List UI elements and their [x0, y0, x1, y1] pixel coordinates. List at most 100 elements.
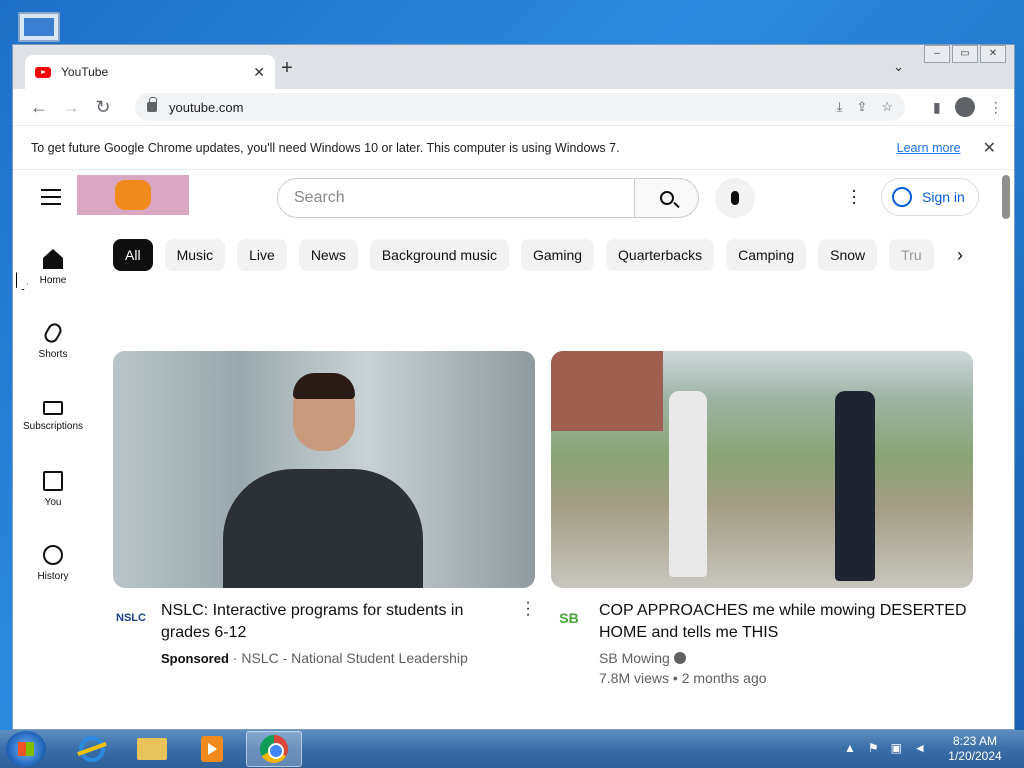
title-bar: – ▭ ✕ YouTube ✕ + ⌄: [13, 45, 1014, 89]
video-meta: Sponsored · NSLC - National Student Lead…: [161, 650, 468, 666]
window-controls: – ▭ ✕: [922, 45, 1006, 63]
page-scrollbar[interactable]: [1002, 175, 1010, 219]
chip-news[interactable]: News: [298, 239, 358, 271]
shorts-icon: [41, 320, 65, 346]
search-button[interactable]: [635, 178, 699, 218]
install-app-icon[interactable]: ⤓: [837, 99, 843, 115]
taskbar-chrome[interactable]: [246, 731, 302, 767]
channel-avatar[interactable]: NSLC: [113, 600, 149, 636]
home-icon: [43, 249, 63, 269]
sidebar-item-home[interactable]: Home: [13, 235, 93, 309]
video-title[interactable]: COP APPROACHES me while mowing DESERTED …: [599, 600, 973, 644]
youtube-favicon-icon: [35, 66, 51, 78]
subscriptions-icon: [43, 401, 63, 415]
back-icon[interactable]: ←: [23, 97, 55, 118]
chip-truncated[interactable]: Tru: [889, 239, 934, 271]
lock-icon[interactable]: [147, 97, 157, 112]
volume-icon[interactable]: ◄: [914, 741, 926, 755]
chip-live[interactable]: Live: [237, 239, 287, 271]
chip-background-music[interactable]: Background music: [369, 239, 509, 271]
channel-name[interactable]: SB Mowing: [599, 650, 670, 666]
start-button[interactable]: [6, 731, 46, 767]
taskbar-clock[interactable]: 8:23 AM 1/20/2024: [940, 734, 1010, 764]
bookmark-star-icon[interactable]: ☆: [881, 99, 893, 115]
chip-music[interactable]: Music: [164, 239, 226, 271]
taskbar-media-player[interactable]: [184, 731, 240, 767]
taskbar-explorer[interactable]: [124, 731, 180, 767]
action-center-flag-icon[interactable]: ⚑: [868, 741, 879, 755]
search-icon: [659, 191, 674, 205]
account-icon: [892, 187, 912, 207]
update-infobar: To get future Google Chrome updates, you…: [13, 125, 1014, 170]
sidebar-item-you[interactable]: You: [13, 457, 93, 531]
sidebar-item-subscriptions[interactable]: Subscriptions: [13, 383, 93, 457]
taskbar-internet-explorer[interactable]: [64, 731, 120, 767]
close-window-button[interactable]: ✕: [980, 45, 1006, 63]
youtube-page: Search · · · Sign in Home Shorts Subscript…: [13, 171, 1014, 729]
chip-gaming[interactable]: Gaming: [521, 239, 595, 271]
chrome-window: – ▭ ✕ YouTube ✕ + ⌄ ← → ↻ youtube.com ⤓ …: [12, 44, 1015, 730]
sidebar-item-history[interactable]: History: [13, 531, 93, 605]
forward-icon[interactable]: →: [55, 97, 87, 118]
sidebar-item-shorts[interactable]: Shorts: [13, 309, 93, 383]
tab-title: YouTube: [61, 65, 109, 79]
profile-avatar-icon[interactable]: [954, 97, 975, 117]
maximize-button[interactable]: ▭: [952, 45, 978, 63]
learn-more-link[interactable]: Learn more: [897, 141, 961, 155]
chrome-menu-icon[interactable]: ⋮: [989, 99, 1003, 116]
reload-icon[interactable]: ↻: [87, 97, 119, 118]
verified-badge-icon: [673, 652, 686, 664]
settings-kebab-icon[interactable]: · · ·: [849, 181, 859, 211]
share-icon[interactable]: ⇪: [856, 99, 867, 115]
youtube-logo[interactable]: [77, 175, 189, 215]
browser-toolbar: ← → ↻ youtube.com ⤓ ⇪ ☆ ▮ ⋮: [13, 89, 1014, 125]
history-icon: [43, 545, 63, 565]
clock-date: 1/20/2024: [948, 749, 1002, 763]
network-icon[interactable]: ▣: [891, 741, 902, 755]
video-card[interactable]: SB COP APPROACHES me while mowing DESERT…: [551, 351, 973, 688]
chip-all[interactable]: All: [113, 239, 153, 271]
clock-time: 8:23 AM: [952, 734, 998, 748]
video-meta: SB Mowing 7.8M views • 2 months ago: [599, 648, 973, 688]
video-stats: 7.8M views • 2 months ago: [599, 670, 767, 686]
side-panel-icon[interactable]: ▮: [933, 99, 941, 116]
video-thumbnail[interactable]: [113, 351, 535, 588]
folder-icon: [137, 738, 167, 760]
minimize-button[interactable]: –: [924, 45, 950, 63]
taskbar: ▲ ⚑ ▣ ◄ 8:23 AM 1/20/2024: [0, 730, 1024, 768]
sign-in-button[interactable]: Sign in: [881, 178, 979, 216]
microphone-icon: [731, 191, 739, 205]
video-thumbnail[interactable]: [551, 351, 973, 588]
chevron-right-icon[interactable]: ›: [957, 245, 963, 266]
tray-expand-icon[interactable]: ▲: [844, 741, 856, 755]
video-menu-icon[interactable]: · · ·: [521, 595, 535, 669]
channel-avatar[interactable]: SB: [551, 600, 587, 636]
sidebar-label: Home: [39, 275, 67, 286]
side-navigation: Home Shorts Subscriptions You History: [13, 235, 93, 605]
search-input[interactable]: Search: [277, 178, 635, 218]
filter-chips: All Music Live News Background music Gam…: [113, 239, 983, 273]
tab-search-chevron-icon[interactable]: ⌄: [893, 59, 904, 75]
new-tab-button[interactable]: +: [277, 57, 297, 80]
infobar-close-icon[interactable]: ✕: [983, 138, 996, 158]
computer-desktop-icon[interactable]: [14, 8, 62, 48]
url-text[interactable]: youtube.com: [169, 100, 823, 115]
internet-explorer-icon: [79, 736, 105, 762]
address-bar[interactable]: youtube.com ⤓ ⇪ ☆: [135, 93, 905, 121]
sponsored-label: Sponsored: [161, 651, 229, 666]
you-icon: [43, 471, 63, 491]
sign-in-label: Sign in: [922, 189, 965, 205]
video-card[interactable]: NSLC NSLC: Interactive programs for stud…: [113, 351, 535, 669]
voice-search-button[interactable]: [715, 178, 755, 218]
chip-snow[interactable]: Snow: [818, 239, 878, 271]
sidebar-label: Shorts: [38, 349, 68, 360]
chip-quarterbacks[interactable]: Quarterbacks: [606, 239, 715, 271]
system-tray: ▲ ⚑ ▣ ◄: [844, 741, 938, 755]
close-tab-icon[interactable]: ✕: [253, 64, 265, 81]
browser-tab[interactable]: YouTube ✕: [25, 55, 275, 89]
video-title[interactable]: NSLC: Interactive programs for students …: [161, 600, 513, 644]
chrome-icon: [260, 735, 288, 763]
channel-name[interactable]: NSLC - National Student Leadership: [241, 650, 467, 666]
hamburger-menu-icon[interactable]: [41, 189, 61, 210]
chip-camping[interactable]: Camping: [726, 239, 807, 271]
